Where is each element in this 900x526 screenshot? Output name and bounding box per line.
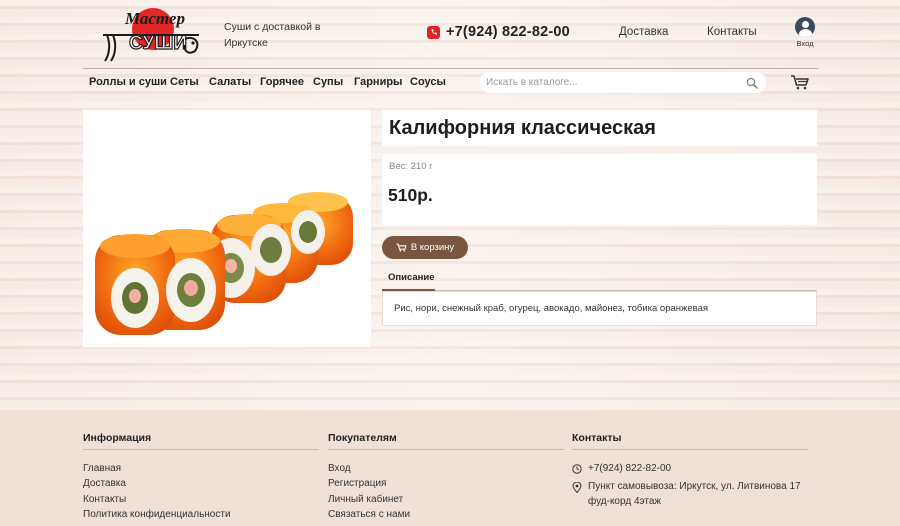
phone-icon — [427, 25, 440, 39]
user-icon — [795, 17, 815, 37]
site-footer: Информация Главная Доставка Контакты Пол… — [0, 410, 900, 526]
site-logo[interactable]: Мастер СУШИ — [99, 5, 203, 63]
footer-customers-heading: Покупателям — [328, 432, 564, 450]
product-tabs: Описание — [382, 266, 817, 291]
footer-link-delivery[interactable]: Доставка — [83, 476, 319, 491]
footer-link-contact-us[interactable]: Связаться с нами — [328, 507, 564, 522]
login-label: Вход — [796, 39, 814, 48]
product-title: Калифорния классическая — [389, 117, 656, 139]
search-input[interactable] — [486, 75, 736, 90]
category-rolls-sushi[interactable]: Роллы и суши — [89, 76, 167, 88]
category-hot[interactable]: Горячее — [260, 76, 304, 88]
sushi-roll-illustration — [95, 192, 353, 335]
login-button[interactable]: Вход — [791, 17, 819, 48]
header-phone[interactable]: +7(924) 822-82-00 — [427, 24, 570, 40]
product-description: Рис, нори, снежный краб, огурец, авокадо… — [394, 303, 709, 314]
product-image — [83, 110, 371, 347]
logo-text-bottom: СУШИ — [129, 33, 187, 54]
footer-link-account[interactable]: Личный кабинет — [328, 492, 564, 507]
clock-icon — [572, 464, 582, 474]
category-sauces[interactable]: Соусы — [410, 76, 446, 88]
search-icon[interactable] — [746, 77, 758, 89]
search-bar — [480, 72, 766, 93]
logo-text-top: Мастер — [124, 9, 185, 28]
footer-customers-column: Покупателям Вход Регистрация Личный каби… — [328, 432, 564, 522]
footer-link-privacy[interactable]: Политика конфиденциальности — [83, 507, 319, 522]
footer-info-heading: Информация — [83, 432, 319, 450]
category-sides[interactable]: Гарниры — [354, 76, 402, 88]
product-weight: Вес: 210 г — [389, 161, 433, 172]
product-price: 510р. — [388, 185, 433, 205]
cart-icon — [396, 243, 407, 252]
sushi-pieces — [95, 192, 353, 335]
product-title-panel: Калифорния классическая — [382, 110, 817, 146]
product-price-panel: Вес: 210 г 510р. — [382, 154, 817, 225]
footer-link-register[interactable]: Регистрация — [328, 476, 564, 491]
footer-contacts-column: Контакты +7(924) 822-82-00 Пункт самовыв… — [572, 432, 808, 512]
site-header: Мастер СУШИ Суши с доставкой в Иркутске … — [83, 0, 818, 68]
add-to-cart-button[interactable]: В корзину — [382, 236, 468, 259]
category-soups[interactable]: Супы — [313, 76, 343, 88]
product-description-panel: Рис, нори, снежный краб, огурец, авокадо… — [382, 291, 817, 326]
footer-link-contacts[interactable]: Контакты — [83, 492, 319, 507]
footer-phone[interactable]: +7(924) 822-82-00 — [588, 461, 671, 476]
footer-address-row: Пункт самовывоза: Иркутск, ул. Литвинова… — [572, 479, 808, 509]
category-sets[interactable]: Сеты — [170, 76, 199, 88]
footer-info-column: Информация Главная Доставка Контакты Пол… — [83, 432, 319, 522]
category-menu: Роллы и суши Сеты Салаты Горячее Супы Га… — [83, 70, 818, 96]
footer-contacts-heading: Контакты — [572, 432, 808, 450]
nav-link-contacts[interactable]: Контакты — [707, 26, 757, 38]
add-to-cart-label: В корзину — [410, 242, 455, 253]
header-phone-number[interactable]: +7(924) 822-82-00 — [446, 24, 570, 40]
footer-link-login[interactable]: Вход — [328, 461, 564, 476]
location-pin-icon — [572, 482, 582, 493]
tab-description[interactable]: Описание — [382, 266, 435, 291]
category-salads[interactable]: Салаты — [209, 76, 251, 88]
nav-link-delivery[interactable]: Доставка — [619, 26, 668, 38]
footer-address: Пункт самовывоза: Иркутск, ул. Литвинова… — [588, 481, 801, 507]
footer-phone-row: +7(924) 822-82-00 — [572, 461, 808, 476]
logo-graphic: Мастер СУШИ — [103, 8, 199, 62]
cart-icon[interactable] — [790, 74, 810, 90]
footer-link-home[interactable]: Главная — [83, 461, 319, 476]
site-tagline: Суши с доставкой в Иркутске — [224, 21, 321, 49]
header-divider — [83, 68, 818, 69]
